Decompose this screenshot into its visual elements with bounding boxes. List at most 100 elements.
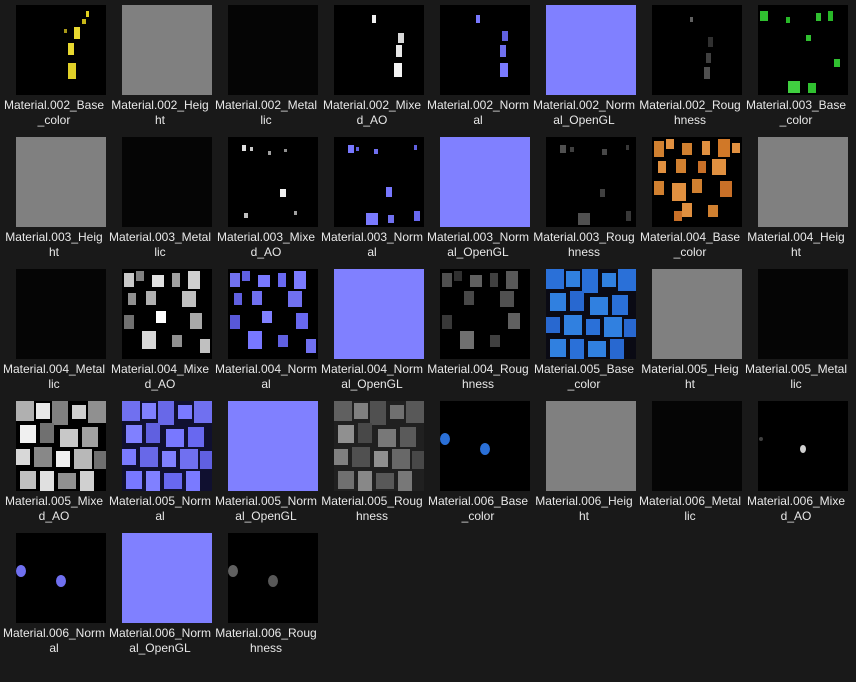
file-tile[interactable]: Material.003_Normal <box>320 132 424 260</box>
file-tile[interactable]: Material.003_Base_color <box>744 0 848 128</box>
file-tile[interactable]: Material.002_Metallic <box>214 0 318 128</box>
texture-thumbnail <box>758 401 848 491</box>
ao-white-icon <box>228 137 318 227</box>
file-name: Material.004_Normal <box>214 362 318 391</box>
normal-flat-icon <box>122 533 212 623</box>
file-name: Material.002_Metallic <box>214 98 318 127</box>
file-tile[interactable]: Material.005_Base_color <box>532 264 636 392</box>
file-tile[interactable]: Material.004_Roughness <box>426 264 530 392</box>
file-name: Material.002_Mixed_AO <box>322 98 422 127</box>
normal-flat-icon <box>228 401 318 491</box>
file-tile[interactable]: Material.006_Height <box>532 396 636 524</box>
normal-flat-icon <box>334 269 424 359</box>
ao-dense-icon <box>16 401 106 491</box>
roughness-grey-icon <box>440 269 530 359</box>
file-name: Material.004_Mixed_AO <box>110 362 210 391</box>
file-tile[interactable]: Material.004_Normal <box>214 264 318 392</box>
file-tile[interactable]: Material.002_Normal_OpenGL <box>532 0 636 128</box>
file-tile[interactable]: Material.003_Roughness <box>532 132 636 260</box>
file-name: Material.006_Base_color <box>427 494 529 523</box>
normal-flat-icon <box>546 5 636 95</box>
file-tile[interactable]: Material.005_Metallic <box>744 264 848 392</box>
file-name: Material.002_Roughness <box>639 98 741 127</box>
normal-blue-icon <box>228 269 318 359</box>
texture-thumbnail <box>546 137 636 227</box>
file-tile[interactable]: Material.004_Height <box>744 132 848 260</box>
file-name: Material.006_Metallic <box>638 494 742 523</box>
file-name: Material.003_Base_color <box>745 98 847 127</box>
file-name: Material.004_Metallic <box>2 362 106 391</box>
texture-thumbnail <box>440 5 530 95</box>
file-name: Material.005_Base_color <box>533 362 635 391</box>
file-tile[interactable]: Material.002_Base_color <box>2 0 106 128</box>
file-name: Material.006_Normal_OpenGL <box>108 626 212 655</box>
texture-thumbnail <box>16 5 106 95</box>
file-name: Material.005_Normal <box>108 494 212 523</box>
normal-blue-icon <box>16 533 106 623</box>
texture-thumbnail <box>652 401 742 491</box>
texture-thumbnail <box>228 533 318 623</box>
texture-thumbnail <box>16 269 106 359</box>
ao-white-icon <box>334 5 424 95</box>
file-tile[interactable]: Material.003_Mixed_AO <box>214 132 318 260</box>
file-tile[interactable]: Material.005_Mixed_AO <box>2 396 106 524</box>
file-name: Material.005_Normal_OpenGL <box>214 494 318 523</box>
file-tile[interactable]: Material.006_Metallic <box>638 396 742 524</box>
file-tile[interactable]: Material.002_Height <box>108 0 212 128</box>
roughness-grey-icon <box>652 5 742 95</box>
file-tile[interactable]: Material.003_Normal_OpenGL <box>426 132 530 260</box>
file-tile[interactable]: Material.006_Normal <box>2 528 106 656</box>
texture-thumbnail <box>758 137 848 227</box>
metallic-flat-icon <box>228 5 318 95</box>
file-name: Material.005_Mixed_AO <box>4 494 104 523</box>
normal-flat-icon <box>440 137 530 227</box>
texture-thumbnail <box>334 5 424 95</box>
metallic-flat-icon <box>758 269 848 359</box>
base-color-orange-icon <box>652 137 742 227</box>
file-tile[interactable]: Material.004_Metallic <box>2 264 106 392</box>
file-tile[interactable]: Material.006_Roughness <box>214 528 318 656</box>
height-flat-icon <box>652 269 742 359</box>
file-name: Material.003_Metallic <box>108 230 212 259</box>
file-name: Material.002_Normal_OpenGL <box>532 98 636 127</box>
base-color-blue-icon <box>440 401 530 491</box>
file-name: Material.006_Mixed_AO <box>746 494 846 523</box>
texture-thumbnail <box>652 269 742 359</box>
normal-blue-icon <box>440 5 530 95</box>
ao-dense-icon <box>122 269 212 359</box>
file-name: Material.003_Normal_OpenGL <box>426 230 530 259</box>
file-tile[interactable]: Material.004_Base_color <box>638 132 742 260</box>
texture-thumbnail <box>228 5 318 95</box>
file-tile[interactable]: Material.006_Normal_OpenGL <box>108 528 212 656</box>
base-color-yellow-icon <box>16 5 106 95</box>
file-tile[interactable]: Material.005_Roughness <box>320 396 424 524</box>
file-name: Material.006_Roughness <box>215 626 317 655</box>
file-tile[interactable]: Material.003_Height <box>2 132 106 260</box>
file-tile[interactable]: Material.002_Roughness <box>638 0 742 128</box>
file-name: Material.004_Base_color <box>639 230 741 259</box>
file-name: Material.002_Normal <box>426 98 530 127</box>
metallic-flat-icon <box>652 401 742 491</box>
file-tile[interactable]: Material.005_Normal_OpenGL <box>214 396 318 524</box>
texture-thumbnail <box>122 533 212 623</box>
metallic-flat-icon <box>122 137 212 227</box>
normal-blue-icon <box>122 401 212 491</box>
file-tile[interactable]: Material.004_Mixed_AO <box>108 264 212 392</box>
file-name: Material.005_Roughness <box>321 494 423 523</box>
file-name: Material.003_Height <box>5 230 103 259</box>
file-tile[interactable]: Material.005_Normal <box>108 396 212 524</box>
texture-thumbnail <box>546 401 636 491</box>
file-tile[interactable]: Material.006_Base_color <box>426 396 530 524</box>
file-tile[interactable]: Material.002_Mixed_AO <box>320 0 424 128</box>
file-tile[interactable]: Material.002_Normal <box>426 0 530 128</box>
file-tile[interactable]: Material.005_Height <box>638 264 742 392</box>
file-name: Material.004_Normal_OpenGL <box>320 362 424 391</box>
texture-thumbnail <box>334 137 424 227</box>
texture-thumbnail <box>228 269 318 359</box>
texture-thumbnail <box>758 269 848 359</box>
file-tile[interactable]: Material.003_Metallic <box>108 132 212 260</box>
file-tile[interactable]: Material.004_Normal_OpenGL <box>320 264 424 392</box>
file-tile[interactable]: Material.006_Mixed_AO <box>744 396 848 524</box>
texture-thumbnail <box>440 269 530 359</box>
height-flat-icon <box>758 137 848 227</box>
